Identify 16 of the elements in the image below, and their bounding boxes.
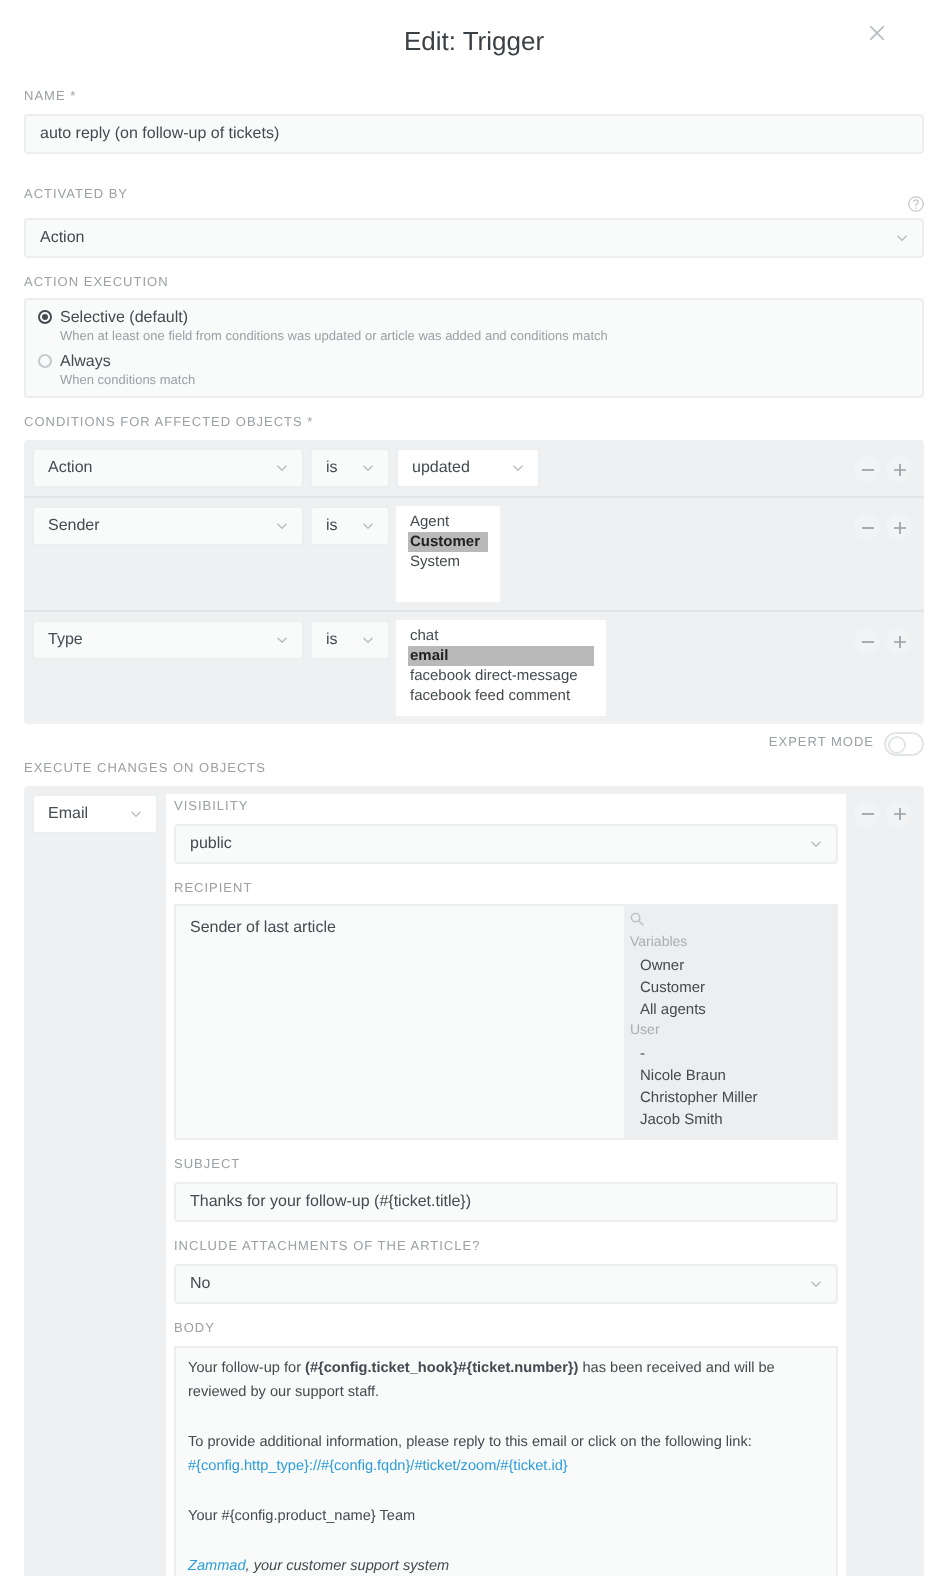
select-field[interactable]: is (310, 448, 390, 488)
select-field[interactable]: Email (32, 793, 158, 834)
radio-label: Selective (default) (60, 306, 191, 329)
select-field[interactable]: Action (24, 217, 924, 257)
select-field[interactable]: is (310, 506, 390, 546)
select-field[interactable]: Action (32, 448, 304, 488)
select-field[interactable]: updated (396, 448, 540, 488)
select-field[interactable]: Sender (32, 506, 304, 546)
input-field[interactable]: Thanks for your follow-up (#{ticket.title}) (174, 1182, 838, 1222)
input-field[interactable]: auto reply (on follow-up of tickets) (24, 113, 924, 154)
select-field[interactable]: public (174, 823, 838, 863)
radio-label: Always (60, 350, 113, 373)
select-field[interactable]: Type (32, 620, 304, 660)
select-field[interactable]: No (174, 1263, 838, 1304)
dialog-title: Edit: Trigger (403, 24, 545, 61)
select-field[interactable]: is (310, 620, 390, 660)
